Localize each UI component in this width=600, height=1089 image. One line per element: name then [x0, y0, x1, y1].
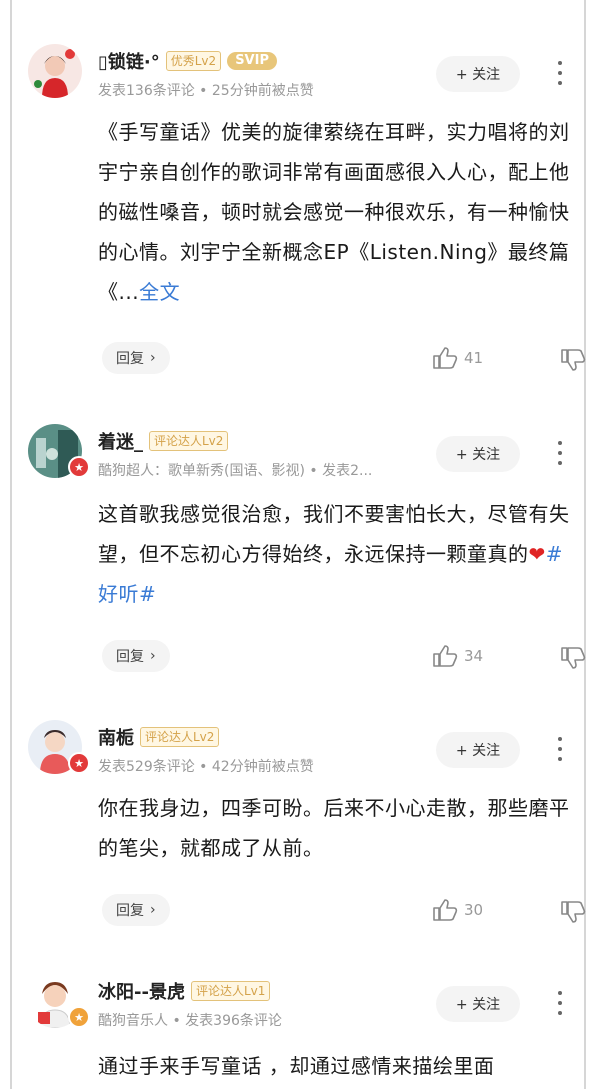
full-text-link[interactable]: 全文: [139, 280, 180, 304]
chevron-right-icon: ›: [150, 350, 156, 366]
like-button[interactable]: 30: [432, 898, 483, 922]
vip-star-icon: ★: [68, 752, 90, 774]
heart-icon: ❤: [528, 542, 546, 566]
like-count: 34: [464, 647, 484, 665]
follow-button[interactable]: + 关注: [436, 436, 520, 472]
follow-button[interactable]: + 关注: [436, 986, 520, 1022]
user-info: 冰阳--景虎 评论达人Lv1: [98, 978, 271, 1004]
comment-text: 《手写童话》优美的旋律萦绕在耳畔，实力唱将的刘宇宁亲自创作的歌词非常有画面感很入…: [98, 112, 576, 312]
follow-button[interactable]: + 关注: [436, 732, 520, 768]
like-button[interactable]: 34: [432, 644, 483, 668]
thumbs-down-icon: [561, 901, 586, 923]
chevron-right-icon: ›: [150, 648, 156, 664]
dislike-button[interactable]: [560, 646, 586, 674]
username[interactable]: 冰阳--景虎: [98, 978, 185, 1004]
level-badge: 评论达人Lv2: [140, 727, 220, 747]
avatar[interactable]: [28, 44, 82, 98]
dislike-button[interactable]: [560, 900, 586, 928]
dislike-button[interactable]: [560, 348, 586, 376]
reply-label: 回复: [116, 903, 144, 919]
user-info: ▯锁链·° 优秀Lv2 SVIP: [98, 48, 277, 74]
follow-button[interactable]: + 关注: [436, 56, 520, 92]
like-count: 41: [464, 349, 484, 367]
reply-button[interactable]: 回复 ›: [102, 894, 170, 926]
thumbs-up-icon: [433, 645, 458, 667]
vip-star-icon: ★: [68, 456, 90, 478]
thumbs-up-icon: [433, 347, 458, 369]
comment-text-content: 《手写童话》优美的旋律萦绕在耳畔，实力唱将的刘宇宁亲自创作的歌词非常有画面感很入…: [98, 120, 570, 304]
reply-button[interactable]: 回复 ›: [102, 640, 170, 672]
reply-label: 回复: [116, 649, 144, 665]
reply-button[interactable]: 回复 ›: [102, 342, 170, 374]
level-badge: 评论达人Lv2: [149, 431, 229, 451]
username[interactable]: 着迷_: [98, 428, 143, 454]
svip-badge: SVIP: [227, 52, 277, 70]
like-button[interactable]: 41: [432, 346, 483, 370]
user-info: 南栀 评论达人Lv2: [98, 724, 220, 750]
comment-text: 这首歌我感觉很治愈，我们不要害怕长大，尽管有失望，但不忘初心方得始终，永远保持一…: [98, 494, 576, 614]
username[interactable]: ▯锁链·°: [98, 48, 160, 74]
thumbs-up-icon: [433, 899, 458, 921]
thumbs-down-icon: [561, 647, 586, 669]
level-badge: 优秀Lv2: [165, 51, 222, 71]
comment-meta: 酷狗超人：歌单新秀(国语、影视) • 发表2...: [98, 463, 373, 479]
more-options-icon[interactable]: [552, 734, 568, 764]
comment-text-content: 这首歌我感觉很治愈，我们不要害怕长大，尽管有失望，但不忘初心方得始终，永远保持一…: [98, 502, 570, 566]
level-badge: 评论达人Lv1: [190, 981, 271, 1001]
star-badge-icon: ★: [68, 1006, 90, 1028]
comment-text: 通过手来手写童话 ，却通过感情来描绘里面: [98, 1054, 495, 1078]
thumbs-down-icon: [561, 349, 586, 371]
comment-meta: 发表529条评论 • 42分钟前被点赞: [98, 759, 314, 775]
more-options-icon[interactable]: [552, 438, 568, 468]
reply-label: 回复: [116, 351, 144, 367]
comment-text: 你在我身边，四季可盼。后来不小心走散，那些磨平的笔尖，就都成了从前。: [98, 796, 570, 860]
user-info: 着迷_ 评论达人Lv2: [98, 428, 229, 454]
username[interactable]: 南栀: [98, 724, 134, 750]
comment-meta: 发表136条评论 • 25分钟前被点赞: [98, 83, 314, 99]
chevron-right-icon: ›: [150, 902, 156, 918]
comment-meta: 酷狗音乐人 • 发表396条评论: [98, 1013, 282, 1029]
more-options-icon[interactable]: [552, 988, 568, 1018]
like-count: 30: [464, 901, 484, 919]
more-options-icon[interactable]: [552, 58, 568, 88]
comment-list: ▯锁链·° 优秀Lv2 SVIP 发表136条评论 • 25分钟前被点赞 + 关…: [10, 0, 586, 1089]
